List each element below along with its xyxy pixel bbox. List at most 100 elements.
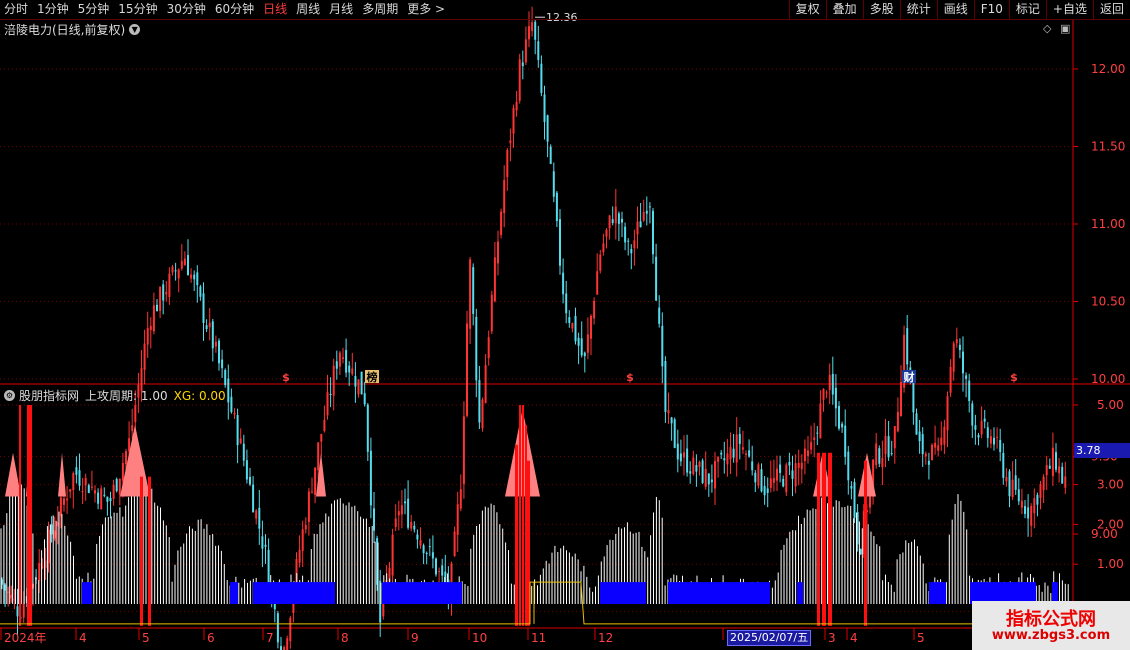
candle-body <box>332 365 335 396</box>
time-tick-label: 7 <box>266 631 274 645</box>
tool-buttons: 复权 叠加 多股 统计 画线 F10 标记 +自选 返回 <box>788 0 1130 19</box>
event-marker: $ <box>1010 371 1018 384</box>
tool-button[interactable]: 返回 <box>1092 0 1130 19</box>
candle-body <box>927 460 930 465</box>
candle-body <box>466 323 468 416</box>
settings-icon[interactable]: ⚙ <box>4 390 15 401</box>
period-tab[interactable]: 更多 > <box>407 2 445 17</box>
indicator-red-column <box>19 405 21 626</box>
candle-body <box>816 432 819 434</box>
candle-body <box>121 462 124 481</box>
candle-body <box>205 325 208 330</box>
period-tab[interactable]: 周线 <box>296 2 320 17</box>
period-tab[interactable]: 1分钟 <box>37 2 69 17</box>
candle-body <box>425 552 428 554</box>
candle-body <box>639 221 642 228</box>
period-tab[interactable]: 月线 <box>329 2 353 17</box>
candle-body <box>590 315 592 339</box>
candle-body <box>772 477 775 483</box>
candle-body <box>239 438 242 444</box>
panel-toggle-icon[interactable]: ▣ <box>1060 22 1070 35</box>
candle-body <box>236 415 239 446</box>
candle-body <box>428 546 431 548</box>
candle-body <box>311 491 313 493</box>
period-tab[interactable]: 60分钟 <box>215 2 254 17</box>
candle-body <box>689 471 692 474</box>
candle-body <box>918 431 921 442</box>
candle-body <box>999 439 1002 452</box>
candle-body <box>87 485 90 493</box>
period-tab[interactable]: 5分钟 <box>78 2 110 17</box>
candle-body <box>1030 506 1033 526</box>
candle-body <box>900 382 902 417</box>
tool-button[interactable]: 叠加 <box>825 0 863 19</box>
chevron-down-icon[interactable]: ▼ <box>129 24 141 35</box>
candle-body <box>946 396 949 431</box>
candle-body <box>844 425 847 457</box>
tool-button[interactable]: 多股 <box>862 0 900 19</box>
tool-button[interactable]: 画线 <box>936 0 974 19</box>
candle-body <box>531 22 534 32</box>
candle-body <box>952 343 955 372</box>
candle-body <box>112 484 115 499</box>
candle-body <box>1048 465 1051 469</box>
candle-body <box>577 337 580 346</box>
period-tab[interactable]: 多周期 <box>362 2 398 17</box>
indicator-xg: XG: 0.00 <box>173 388 226 403</box>
candle-body <box>670 417 673 424</box>
time-tick-label: 4 <box>850 631 858 645</box>
candle-body <box>177 269 180 279</box>
candle-body <box>1017 489 1020 502</box>
candle-body <box>413 525 416 530</box>
tool-button[interactable]: F10 <box>973 0 1009 19</box>
candle-body <box>242 443 245 461</box>
event-marker: 榜 <box>367 370 378 384</box>
candle-body <box>518 59 521 101</box>
candle-body <box>335 361 338 369</box>
candle-body <box>416 534 419 540</box>
candle-body <box>993 437 995 445</box>
time-tick-label: 5 <box>917 631 925 645</box>
period-tab[interactable]: 日线 <box>263 2 287 17</box>
candle-body <box>168 273 171 298</box>
tool-button[interactable]: 统计 <box>899 0 937 19</box>
tool-button[interactable]: 复权 <box>788 0 826 19</box>
candle-body <box>1008 471 1011 497</box>
candle-body <box>797 462 800 468</box>
candle-body <box>453 531 456 556</box>
candle-body <box>106 496 109 502</box>
candle-body <box>1014 475 1017 490</box>
diamond-icon[interactable]: ◇ <box>1043 22 1051 35</box>
candle-body <box>605 229 608 237</box>
candle-body <box>118 478 121 495</box>
tool-button[interactable]: +自选 <box>1045 0 1093 19</box>
candle-body <box>211 321 214 349</box>
period-tab[interactable]: 30分钟 <box>167 2 206 17</box>
candle-body <box>407 498 410 528</box>
candle-body <box>187 255 189 276</box>
candle-body <box>326 392 329 416</box>
candle-body <box>571 323 574 329</box>
candle-body <box>165 292 168 295</box>
candle-body <box>391 534 394 576</box>
indicator-red-column <box>148 476 151 626</box>
period-tabs: 分时 1分钟 5分钟 15分钟 30分钟 60分钟 日线 周线 月线 多周期 更多 > <box>4 2 454 17</box>
indicator-name[interactable]: 股朋指标网 <box>19 387 79 404</box>
candle-body <box>149 325 152 331</box>
indicator-tick-label: 1.00 <box>1097 557 1124 571</box>
candle-body <box>255 510 258 519</box>
period-tab[interactable]: 分时 <box>4 2 28 17</box>
tool-button[interactable]: 标记 <box>1008 0 1046 19</box>
period-tab[interactable]: 15分钟 <box>118 2 157 17</box>
candle-body <box>276 613 279 643</box>
indicator-param: 上攻周期: 1.00 <box>85 389 168 403</box>
candle-body <box>431 552 434 559</box>
chart-canvas[interactable]: 12.0011.5011.0010.5010.009.509.008.505.0… <box>0 0 1130 650</box>
candle-body <box>360 371 363 395</box>
candle-body <box>611 219 614 224</box>
candle-body <box>754 472 757 483</box>
crosshair-date: 2025/02/07/五 <box>727 630 812 646</box>
candle-body <box>683 452 685 458</box>
candle-body <box>475 316 478 381</box>
time-tick-label: 4 <box>79 631 87 645</box>
